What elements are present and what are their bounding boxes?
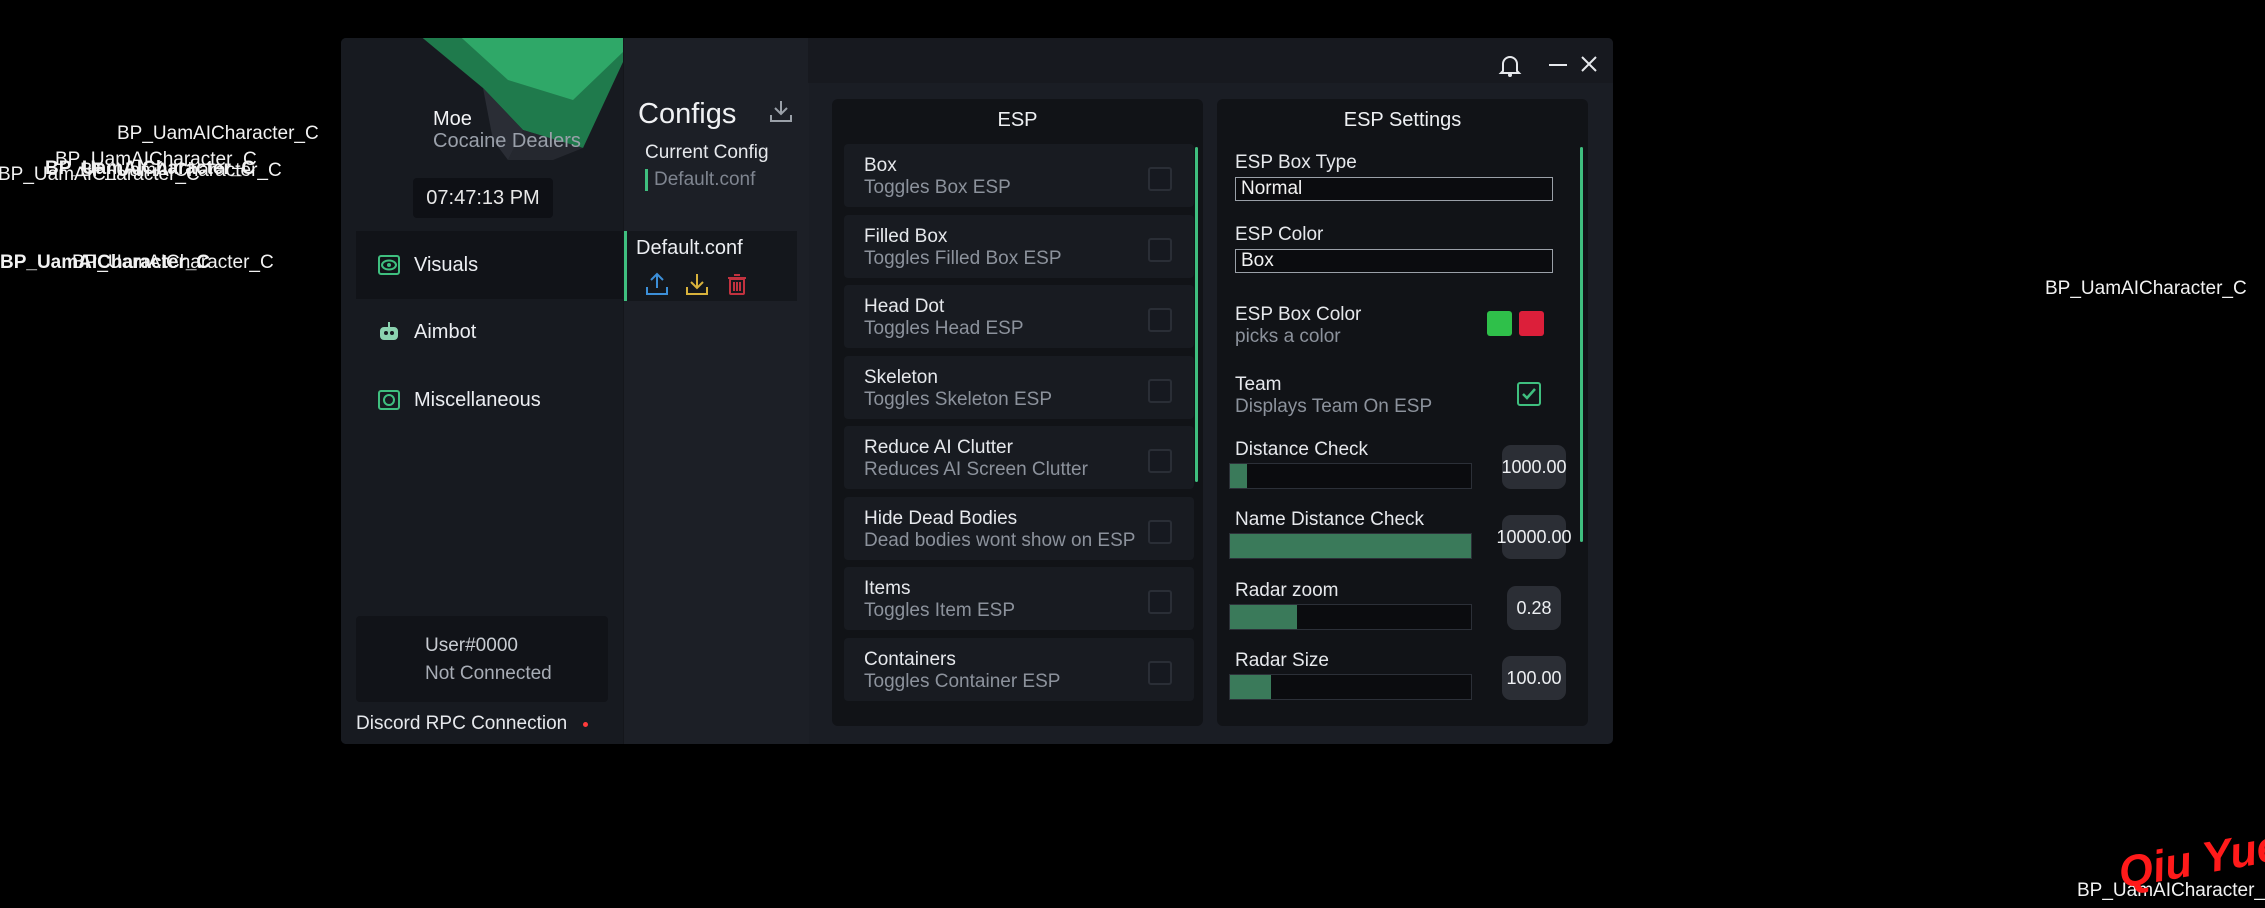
esp-option-reduce-ai-clutter[interactable]: Reduce AI Clutter Reduces AI Screen Clut… bbox=[844, 426, 1194, 489]
esp-panel-title: ESP bbox=[997, 109, 1038, 131]
esp-option-desc: Toggles Box ESP bbox=[864, 177, 1011, 198]
hide-dead-bodies-checkbox[interactable] bbox=[1148, 520, 1172, 544]
profile-subtitle: Cocaine Dealers bbox=[433, 130, 581, 152]
nav-item-visuals[interactable]: Visuals bbox=[356, 231, 623, 299]
nav-item-label: Miscellaneous bbox=[414, 388, 541, 411]
nav-item-aimbot[interactable]: Aimbot bbox=[356, 298, 623, 366]
esp-option-desc: Reduces AI Screen Clutter bbox=[864, 459, 1088, 480]
esp-option-label: Containers bbox=[864, 649, 956, 670]
reduce-ai-clutter-checkbox[interactable] bbox=[1148, 449, 1172, 473]
minimize-icon[interactable] bbox=[1547, 52, 1569, 78]
esp-option-label: Skeleton bbox=[864, 367, 938, 388]
cheat-menu-window: Moe Cocaine Dealers 07:47:13 PM Visuals … bbox=[341, 38, 1613, 744]
configs-panel: Configs Current Config Default.conf Defa… bbox=[623, 38, 809, 744]
discord-rpc-status: Discord RPC Connection bbox=[356, 713, 589, 735]
name-distance-check-slider[interactable] bbox=[1229, 533, 1472, 559]
items-checkbox[interactable] bbox=[1148, 590, 1172, 614]
nav-item-miscellaneous[interactable]: Miscellaneous bbox=[356, 366, 623, 434]
esp-option-hide-dead-bodies[interactable]: Hide Dead Bodies Dead bodies wont show o… bbox=[844, 497, 1194, 560]
esp-color-select[interactable]: Box bbox=[1235, 249, 1553, 273]
esp-settings-panel: ESP Settings ESP Box Type Normal ESP Col… bbox=[1217, 99, 1588, 726]
esp-option-label: Box bbox=[864, 155, 897, 176]
gear-icon bbox=[376, 387, 402, 413]
config-item-label: Default.conf bbox=[636, 237, 743, 259]
distance-check-label: Distance Check bbox=[1235, 439, 1369, 460]
download-icon[interactable] bbox=[684, 271, 710, 297]
configs-title: Configs bbox=[638, 98, 737, 130]
distance-check-slider[interactable] bbox=[1229, 463, 1472, 489]
radar-zoom-label: Radar zoom bbox=[1235, 580, 1339, 601]
esp-option-head-dot[interactable]: Head Dot Toggles Head ESP bbox=[844, 285, 1194, 348]
esp-settings-title: ESP Settings bbox=[1343, 109, 1462, 131]
filled-box-checkbox[interactable] bbox=[1148, 238, 1172, 262]
robot-icon bbox=[376, 319, 402, 345]
eye-icon bbox=[376, 252, 402, 278]
esp-settings-scrollbar[interactable] bbox=[1580, 147, 1583, 542]
containers-checkbox[interactable] bbox=[1148, 661, 1172, 685]
world-label-ai-character: BP_UamAICharacter_C bbox=[80, 160, 282, 181]
color-swatch-green[interactable] bbox=[1487, 311, 1512, 336]
title-bar bbox=[808, 38, 1613, 83]
esp-option-box[interactable]: Box Toggles Box ESP bbox=[844, 144, 1194, 207]
esp-box-color-desc: picks a color bbox=[1235, 326, 1341, 347]
esp-box-type-label: ESP Box Type bbox=[1235, 152, 1357, 173]
name-distance-check-value[interactable]: 10000.00 bbox=[1496, 515, 1572, 559]
world-label-ai-character: BP_UamAICharacter_C bbox=[117, 123, 319, 144]
world-label-ai-character: BP_UamAICharacter_C bbox=[72, 252, 274, 273]
esp-option-desc: Toggles Head ESP bbox=[864, 318, 1024, 339]
esp-option-desc: Toggles Filled Box ESP bbox=[864, 248, 1062, 269]
team-label: Team bbox=[1235, 374, 1282, 395]
esp-option-label: Filled Box bbox=[864, 226, 948, 247]
current-config-label: Current Config bbox=[645, 142, 769, 163]
name-distance-check-label: Name Distance Check bbox=[1235, 509, 1425, 530]
trash-icon[interactable] bbox=[724, 271, 750, 297]
esp-option-items[interactable]: Items Toggles Item ESP bbox=[844, 567, 1194, 630]
distance-check-value[interactable]: 1000.00 bbox=[1501, 445, 1567, 489]
radar-size-value[interactable]: 100.00 bbox=[1502, 656, 1566, 700]
esp-option-desc: Toggles Item ESP bbox=[864, 600, 1016, 621]
esp-box-type-select[interactable]: Normal bbox=[1235, 177, 1553, 201]
team-checkbox[interactable] bbox=[1517, 382, 1541, 406]
team-desc: Displays Team On ESP bbox=[1235, 396, 1433, 417]
head-dot-checkbox[interactable] bbox=[1148, 308, 1172, 332]
bell-icon[interactable] bbox=[1497, 52, 1523, 78]
status-dot bbox=[583, 721, 589, 727]
box-checkbox[interactable] bbox=[1148, 167, 1172, 191]
discord-rpc-label: Discord RPC Connection bbox=[356, 713, 568, 734]
nav-item-label: Visuals bbox=[414, 253, 479, 276]
esp-option-desc: Toggles Container ESP bbox=[864, 671, 1061, 692]
color-swatch-red[interactable] bbox=[1519, 311, 1544, 336]
clock-display: 07:47:13 PM bbox=[413, 178, 553, 218]
esp-panel: ESP Box Toggles Box ESP Filled Box Toggl… bbox=[832, 99, 1203, 726]
esp-option-label: Items bbox=[864, 578, 911, 599]
radar-zoom-value[interactable]: 0.28 bbox=[1507, 586, 1561, 630]
skeleton-checkbox[interactable] bbox=[1148, 379, 1172, 403]
close-icon[interactable] bbox=[1577, 51, 1601, 77]
download-icon[interactable] bbox=[766, 96, 796, 126]
upload-icon[interactable] bbox=[644, 271, 670, 297]
esp-option-desc: Toggles Skeleton ESP bbox=[864, 389, 1053, 410]
esp-option-filled-box[interactable]: Filled Box Toggles Filled Box ESP bbox=[844, 215, 1194, 278]
user-card bbox=[356, 616, 608, 702]
esp-option-label: Reduce AI Clutter bbox=[864, 437, 1013, 458]
esp-box-color-label: ESP Box Color bbox=[1235, 304, 1362, 325]
radar-size-slider[interactable] bbox=[1229, 674, 1472, 700]
sidebar: Moe Cocaine Dealers 07:47:13 PM Visuals … bbox=[341, 38, 623, 744]
profile-name: Moe bbox=[433, 108, 472, 130]
user-name: User#0000 bbox=[425, 635, 518, 656]
current-config-value: Default.conf bbox=[645, 169, 755, 191]
esp-option-containers[interactable]: Containers Toggles Container ESP bbox=[844, 638, 1194, 701]
esp-option-desc: Dead bodies wont show on ESP bbox=[864, 530, 1136, 551]
radar-size-label: Radar Size bbox=[1235, 650, 1329, 671]
nav-item-label: Aimbot bbox=[414, 320, 477, 343]
esp-option-skeleton[interactable]: Skeleton Toggles Skeleton ESP bbox=[844, 356, 1194, 419]
checkmark-icon bbox=[1522, 388, 1536, 400]
esp-color-label: ESP Color bbox=[1235, 224, 1324, 245]
esp-scrollbar[interactable] bbox=[1195, 147, 1198, 482]
user-status: Not Connected bbox=[425, 663, 552, 684]
esp-option-label: Hide Dead Bodies bbox=[864, 508, 1018, 529]
world-label-ai-character: BP_UamAICharacter_C bbox=[2045, 278, 2247, 299]
esp-option-label: Head Dot bbox=[864, 296, 945, 317]
radar-zoom-slider[interactable] bbox=[1229, 604, 1472, 630]
